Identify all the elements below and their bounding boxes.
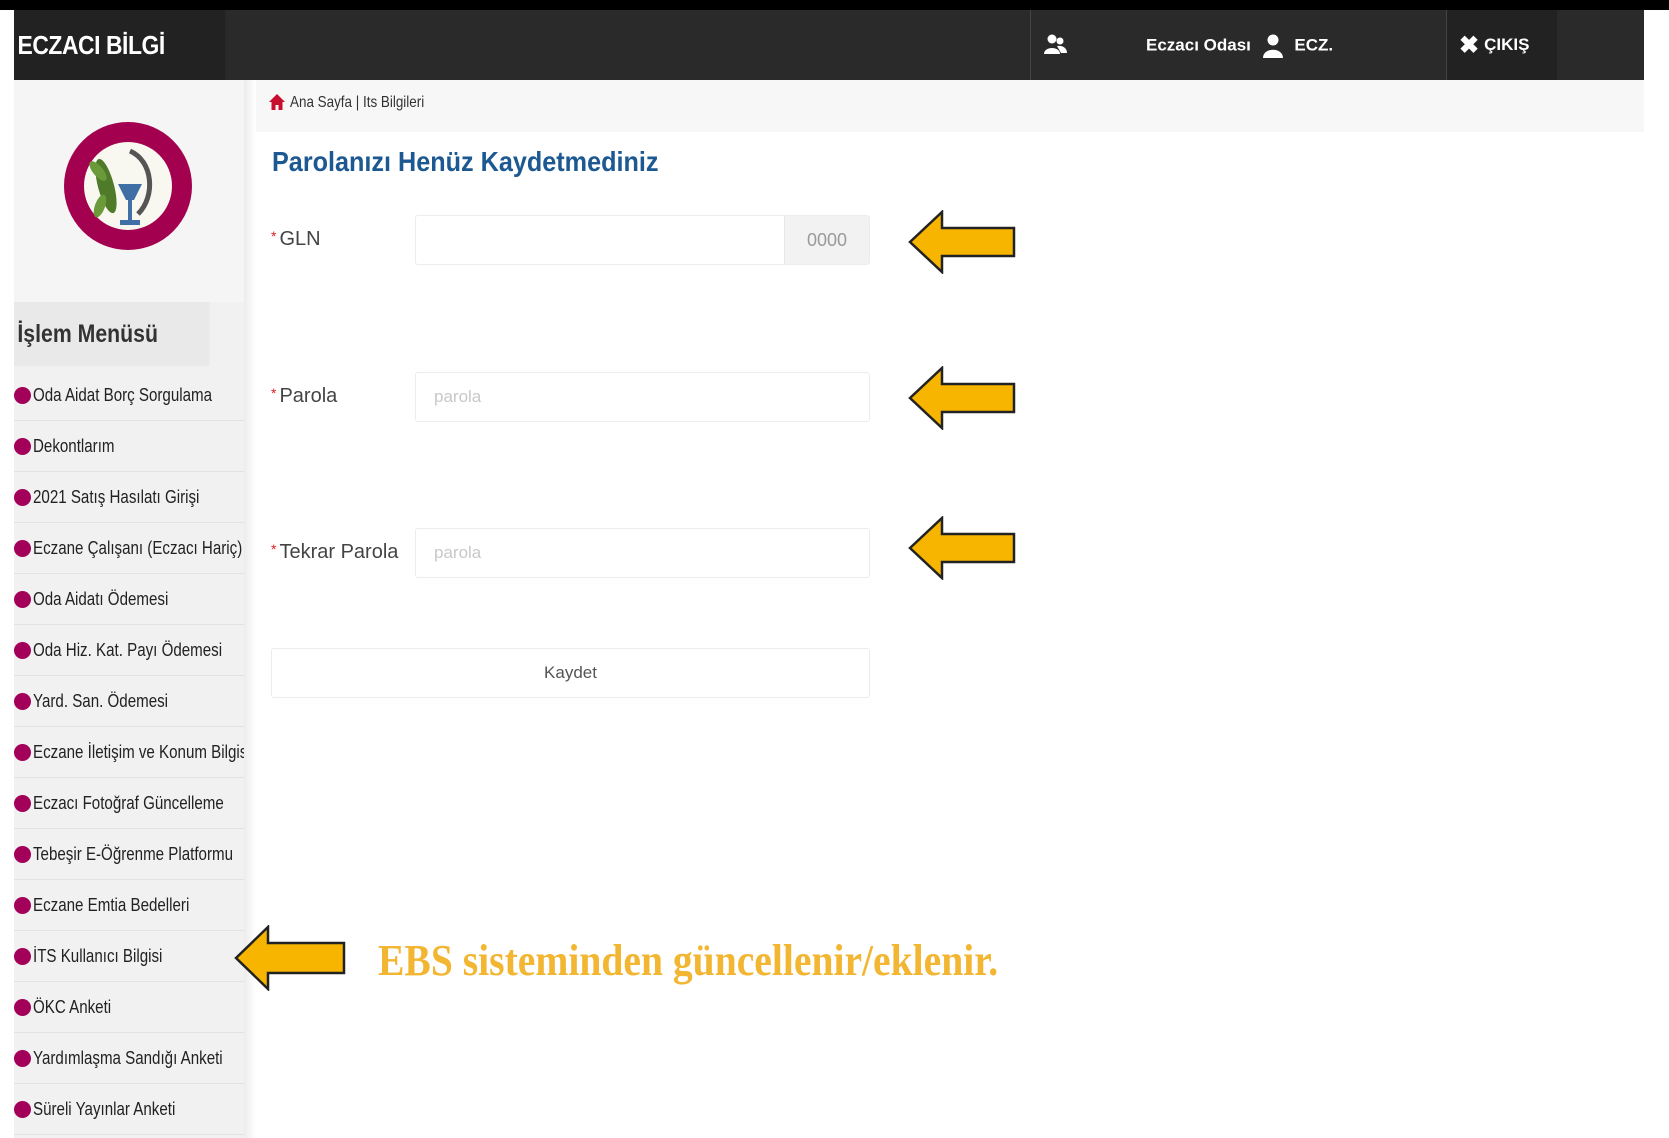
gln-label: * GLN [271, 228, 321, 251]
sidebar-item-label: ÖKC Anketi [33, 996, 112, 1017]
sidebar-item-label: Eczane İletişim ve Konum Bilgisi [33, 741, 251, 762]
gln-field-group: 0000 [415, 215, 870, 265]
sidebar-item[interactable]: Yard. San. Ödemesi [14, 676, 244, 727]
sidebar-item[interactable]: 2021 Satış Hasılatı Girişi [14, 472, 244, 523]
sidebar-item-label: Oda Aidat Borç Sorgulama [33, 384, 213, 405]
sidebar-item[interactable]: Yardımlaşma Sandığı Anketi [14, 1033, 244, 1084]
sidebar-menu: Oda Aidat Borç Sorgulama Dekontlarım 202… [14, 370, 251, 1135]
bullet-icon [14, 539, 31, 557]
sidebar-item[interactable]: Oda Aidatı Ödemesi [14, 574, 244, 625]
sidebar-item-its[interactable]: İTS Kullanıcı Bilgisi [14, 931, 244, 982]
top-border [0, 0, 1669, 10]
gln-addon: 0000 [784, 216, 869, 264]
bullet-icon [14, 488, 31, 506]
sidebar-item[interactable]: Süreli Yayınlar Anketi [14, 1084, 244, 1135]
bullet-icon [14, 692, 31, 710]
sidebar-item-label: Oda Aidatı Ödemesi [33, 588, 169, 609]
required-mark: * [271, 228, 277, 244]
sidebar-item-label: Eczacı Fotoğraf Güncelleme [33, 792, 224, 813]
required-mark: * [271, 541, 277, 557]
password-field-group [415, 372, 870, 422]
password-repeat-label-text: Tekrar Parola [279, 541, 399, 563]
home-icon[interactable] [268, 93, 286, 111]
user-icon [1262, 34, 1283, 58]
bullet-icon [14, 998, 31, 1016]
sidebar-item[interactable]: Eczane İletişim ve Konum Bilgisi [14, 727, 251, 778]
bullet-icon [14, 743, 31, 761]
sidebar: İşlem Menüsü Oda Aidat Borç Sorgulama De… [14, 80, 251, 1138]
password-label: * Parola [271, 385, 337, 408]
sidebar-item-label: Oda Hiz. Kat. Payı Ödemesi [33, 639, 223, 660]
bullet-icon [14, 641, 31, 659]
gln-label-text: GLN [279, 228, 321, 250]
password-repeat-label: * Tekrar Parola [271, 541, 398, 564]
bullet-icon [14, 1049, 31, 1067]
sidebar-item[interactable]: Eczacı Fotoğraf Güncelleme [14, 778, 244, 829]
password-input[interactable] [416, 373, 869, 421]
top-header: ECZACI BİLGİ SİSTEMİ Eczacı Odası ECZ. ✖… [14, 10, 1644, 130]
bullet-icon [14, 794, 31, 812]
logout-label: ÇIKIŞ [1484, 35, 1530, 54]
sidebar-item[interactable]: ÖKC Anketi [14, 982, 244, 1033]
arrow-left-icon [234, 925, 346, 991]
sidebar-item-label: 2021 Satış Hasılatı Girişi [33, 486, 200, 507]
password-repeat-input[interactable] [416, 529, 869, 577]
sidebar-item[interactable]: Oda Aidat Borç Sorgulama [14, 370, 244, 421]
breadcrumb-text[interactable]: Ana Sayfa | Its Bilgileri [290, 94, 424, 112]
close-icon: ✖ [1459, 31, 1480, 59]
sidebar-item-label: İTS Kullanıcı Bilgisi [33, 945, 163, 966]
app-brand[interactable]: ECZACI BİLGİ SİSTEMİ [14, 10, 226, 130]
arrow-left-icon [908, 516, 1016, 580]
bullet-icon [14, 437, 31, 455]
bullet-icon [14, 590, 31, 608]
sidebar-item-label: Eczane Emtia Bedelleri [33, 894, 190, 915]
arrow-left-icon [908, 366, 1016, 430]
save-button[interactable]: Kaydet [271, 648, 870, 698]
annotation-note: EBS sisteminden güncellenir/eklenir. [378, 936, 999, 985]
arrow-left-icon [908, 210, 1016, 274]
tobb-logo-icon [64, 122, 192, 250]
sidebar-item-label: Süreli Yayınlar Anketi [33, 1098, 176, 1119]
password-repeat-field-group [415, 528, 870, 578]
sidebar-item[interactable]: Dekontlarım [14, 421, 244, 472]
password-label-text: Parola [279, 385, 338, 407]
sidebar-item-label: Yard. San. Ödemesi [33, 690, 169, 711]
sidebar-item[interactable]: Eczane Çalışanı (Eczacı Hariç) [14, 523, 244, 574]
bullet-icon [14, 386, 31, 404]
user-name: ECZ. [1294, 35, 1334, 55]
sidebar-item[interactable]: Oda Hiz. Kat. Payı Ödemesi [14, 625, 244, 676]
bullet-icon [14, 1100, 31, 1118]
sidebar-item-label: Eczane Çalışanı (Eczacı Hariç) [33, 537, 243, 558]
user-menu[interactable]: Eczacı Odası ECZ. [1146, 10, 1333, 80]
sidebar-item-label: Yardımlaşma Sandığı Anketi [33, 1047, 223, 1068]
logo-container [14, 80, 244, 302]
sidebar-item-label: Dekontlarım [33, 435, 115, 456]
sidebar-item[interactable]: Tebeşir E-Öğrenme Platformu [14, 829, 244, 880]
user-org: Eczacı Odası [1146, 35, 1251, 55]
sidebar-item[interactable]: Eczane Emtia Bedelleri [14, 880, 244, 931]
required-mark: * [271, 385, 277, 401]
breadcrumb: Ana Sayfa | Its Bilgileri [256, 80, 1644, 132]
menu-title: İşlem Menüsü [14, 302, 210, 366]
users-icon[interactable] [1030, 32, 1080, 60]
logout-button[interactable]: ✖ ÇIKIŞ [1447, 10, 1557, 80]
page-title: Parolanızı Henüz Kaydetmediniz [272, 146, 659, 177]
bullet-icon [14, 896, 31, 914]
bullet-icon [14, 845, 31, 863]
bullet-icon [14, 947, 31, 965]
sidebar-item-label: Tebeşir E-Öğrenme Platformu [33, 843, 233, 864]
